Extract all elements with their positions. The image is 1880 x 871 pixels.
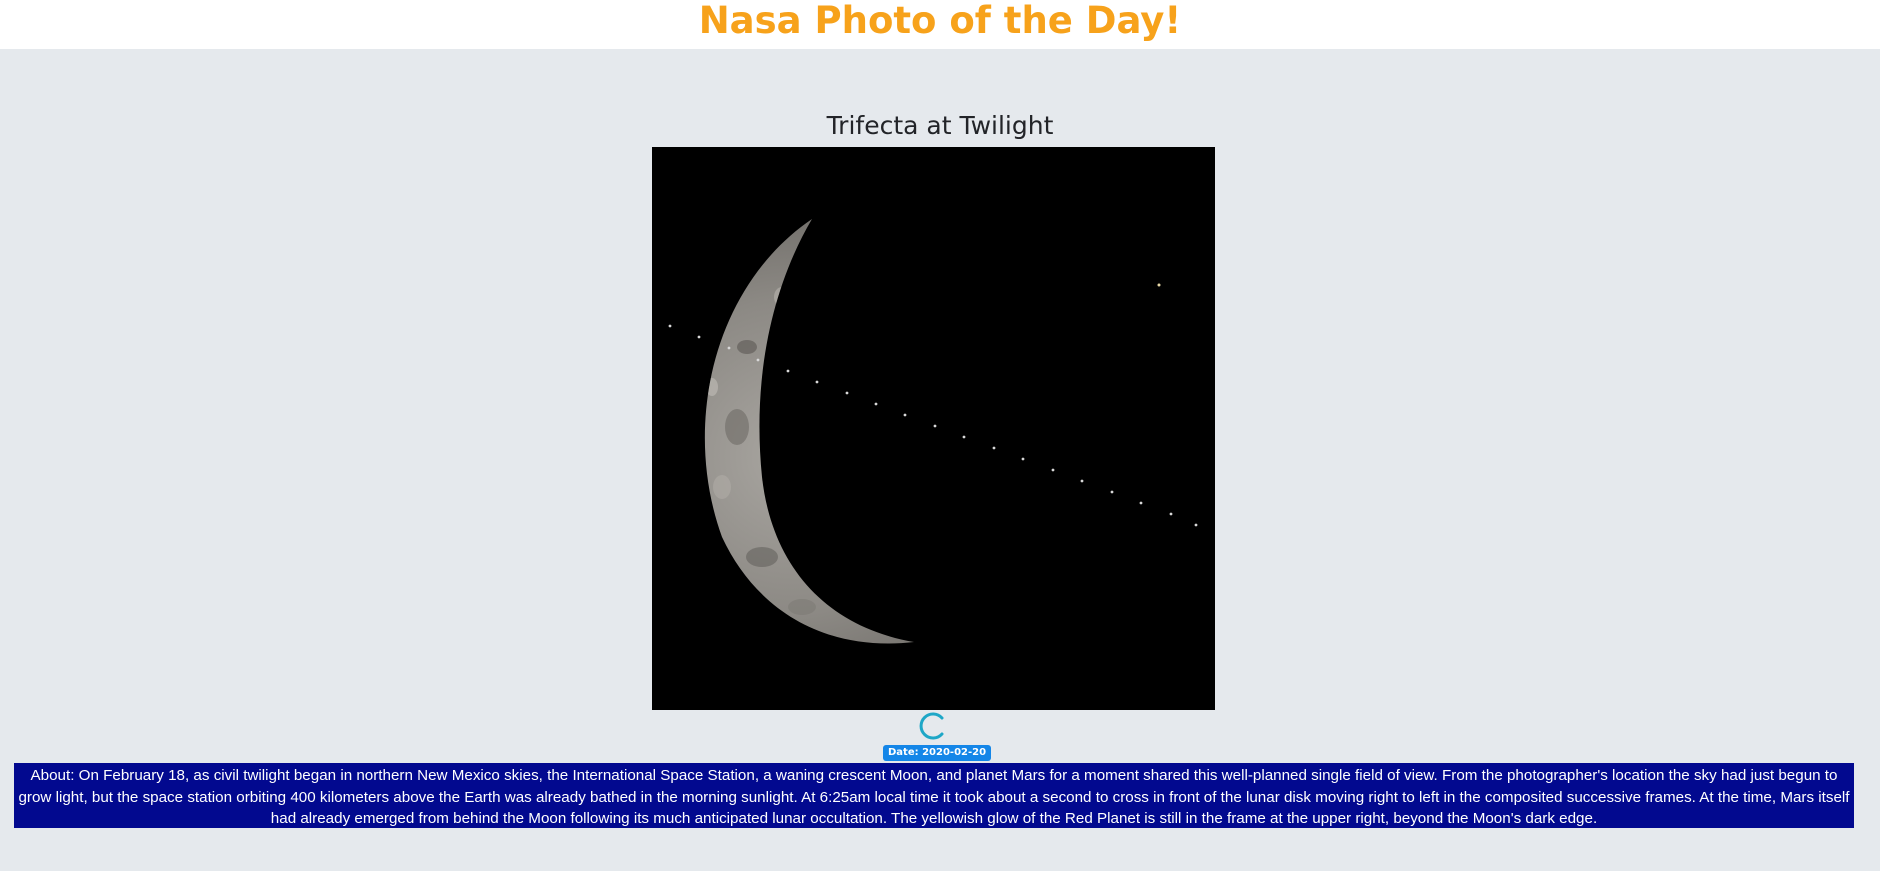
moon-photo-graphic (652, 147, 1215, 710)
mars-dot (1157, 283, 1161, 287)
date-badge: Date: 2020-02-20 (883, 745, 992, 761)
loading-spinner-icon (918, 711, 948, 741)
site-header: Nasa Photo of the Day! (0, 0, 1880, 49)
site-title: Nasa Photo of the Day! (698, 0, 1182, 42)
photo-of-the-day-image (652, 147, 1215, 710)
photo-title: Trifecta at Twilight (826, 111, 1054, 140)
about-description: About: On February 18, as civil twilight… (14, 763, 1854, 828)
